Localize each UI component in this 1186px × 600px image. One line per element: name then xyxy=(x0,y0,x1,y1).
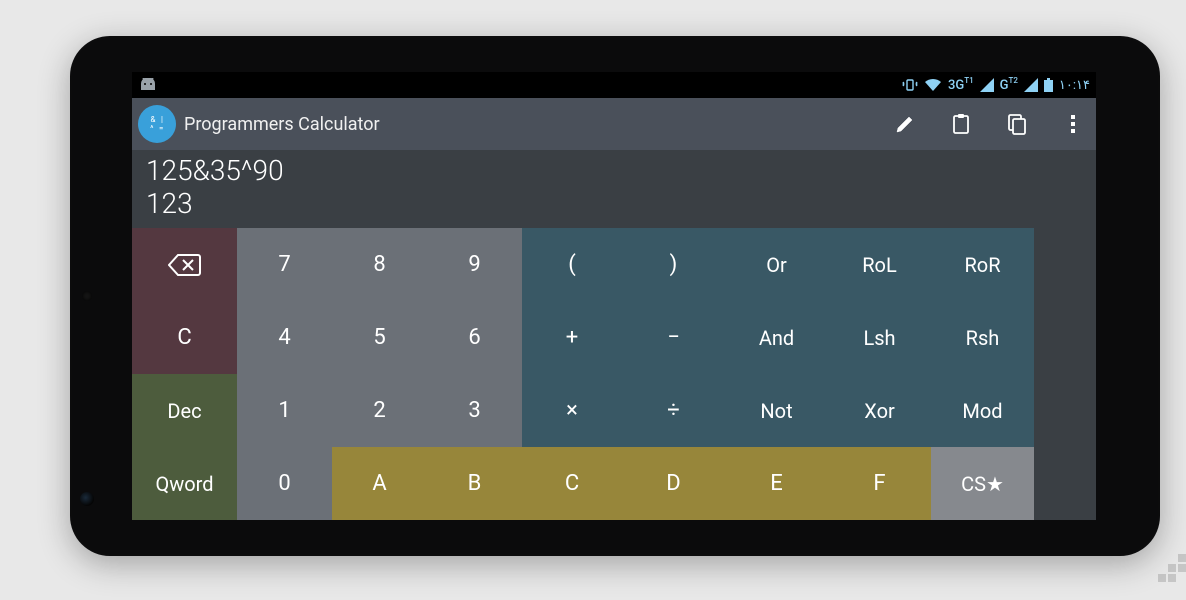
earpiece-speaker xyxy=(82,291,92,301)
d-key[interactable]: D xyxy=(622,447,725,520)
lsh-key[interactable]: Lsh xyxy=(828,301,931,374)
a-key[interactable]: A xyxy=(332,447,427,520)
android-icon xyxy=(138,78,158,92)
front-camera xyxy=(80,492,94,506)
six-key[interactable]: 6 xyxy=(427,301,522,374)
copy-button[interactable] xyxy=(1004,111,1030,137)
zero-key[interactable]: 0 xyxy=(237,447,332,520)
e-key[interactable]: E xyxy=(725,447,828,520)
eight-key[interactable]: 8 xyxy=(332,228,427,301)
or-key[interactable]: Or xyxy=(725,228,828,301)
two-key[interactable]: 2 xyxy=(332,374,427,447)
ror-key[interactable]: RoR xyxy=(931,228,1034,301)
bezel-right xyxy=(1096,46,1150,546)
wifi-icon xyxy=(924,78,942,92)
not-key[interactable]: Not xyxy=(725,374,828,447)
bezel-left xyxy=(80,46,132,546)
network2-label: GT2 xyxy=(1000,78,1018,93)
divide-key[interactable]: ÷ xyxy=(622,374,725,447)
clear-key[interactable]: C xyxy=(132,301,237,374)
keypad: 7 8 9 ( ) Or RoL RoR C 4 5 6 + − And Lsh… xyxy=(132,228,1096,520)
four-key[interactable]: 4 xyxy=(237,301,332,374)
edit-button[interactable] xyxy=(892,111,918,137)
mod-key[interactable]: Mod xyxy=(931,374,1034,447)
display-area: 125&35^90 123 xyxy=(132,150,1096,228)
app-title: Programmers Calculator xyxy=(184,114,884,135)
watermark-logo xyxy=(1158,538,1186,586)
network1-label: 3GT1 xyxy=(948,78,974,93)
vibrate-icon xyxy=(902,78,918,92)
rol-key[interactable]: RoL xyxy=(828,228,931,301)
rsh-key[interactable]: Rsh xyxy=(931,301,1034,374)
qword-key[interactable]: Qword xyxy=(132,447,237,520)
f-key[interactable]: F xyxy=(828,447,931,520)
screen: 3GT1 GT2 ١٠:١۴ & |^ = Programmers Calcul… xyxy=(132,72,1096,520)
signal2-icon xyxy=(1024,78,1038,92)
action-bar: & |^ = Programmers Calculator xyxy=(132,98,1096,150)
result-text: 123 xyxy=(146,187,1082,220)
cs-key[interactable]: CS★ xyxy=(931,447,1034,520)
multiply-key[interactable]: × xyxy=(522,374,622,447)
clock: ١٠:١۴ xyxy=(1059,78,1090,93)
dec-key[interactable]: Dec xyxy=(132,374,237,447)
app-icon: & |^ = xyxy=(138,105,176,143)
lparen-key[interactable]: ( xyxy=(522,228,622,301)
xor-key[interactable]: Xor xyxy=(828,374,931,447)
one-key[interactable]: 1 xyxy=(237,374,332,447)
five-key[interactable]: 5 xyxy=(332,301,427,374)
battery-icon xyxy=(1044,78,1053,92)
signal1-icon xyxy=(980,78,994,92)
c-hex-key[interactable]: C xyxy=(522,447,622,520)
paste-button[interactable] xyxy=(948,111,974,137)
rparen-key[interactable]: ) xyxy=(622,228,725,301)
expression-text: 125&35^90 xyxy=(146,154,1082,187)
overflow-menu-button[interactable] xyxy=(1060,111,1086,137)
b-key[interactable]: B xyxy=(427,447,522,520)
three-key[interactable]: 3 xyxy=(427,374,522,447)
status-bar: 3GT1 GT2 ١٠:١۴ xyxy=(132,72,1096,98)
seven-key[interactable]: 7 xyxy=(237,228,332,301)
plus-key[interactable]: + xyxy=(522,301,622,374)
device-frame: 3GT1 GT2 ١٠:١۴ & |^ = Programmers Calcul… xyxy=(70,36,1160,556)
backspace-key[interactable] xyxy=(132,228,237,301)
nine-key[interactable]: 9 xyxy=(427,228,522,301)
minus-key[interactable]: − xyxy=(622,301,725,374)
and-key[interactable]: And xyxy=(725,301,828,374)
